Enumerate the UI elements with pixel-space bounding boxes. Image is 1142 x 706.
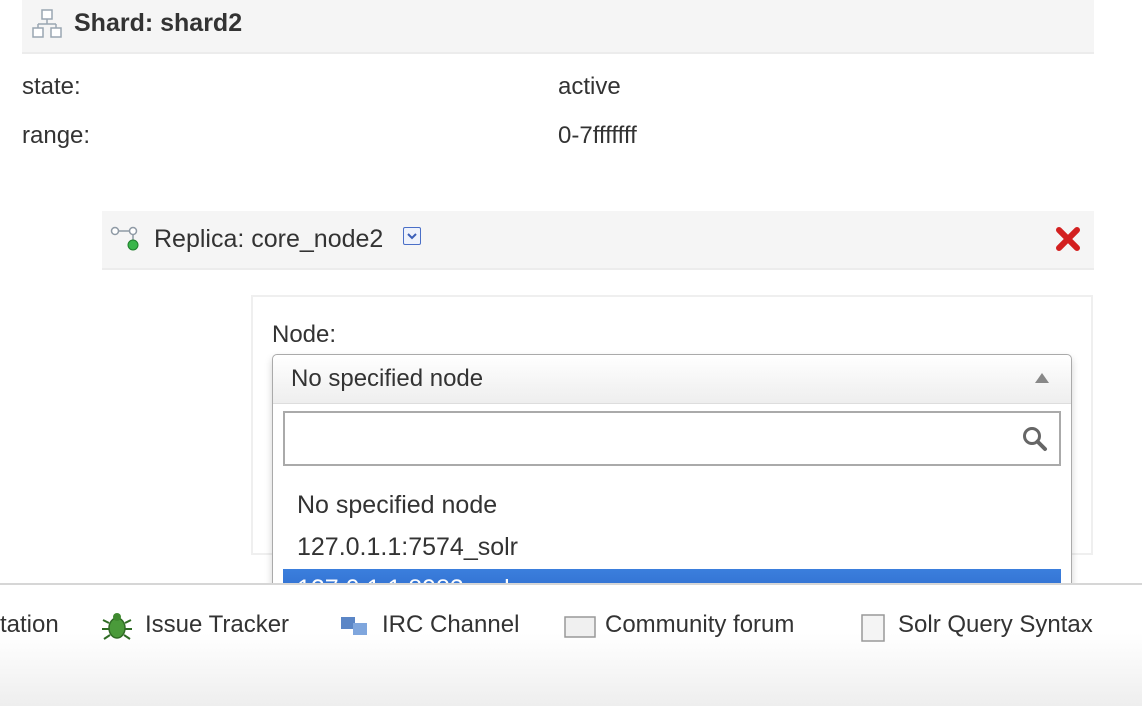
range-value: 0-7fffffff [558, 122, 637, 149]
caret-up-icon [1035, 373, 1049, 383]
query-syntax-icon [861, 614, 885, 642]
footer-bar: tation Issue Tracker IRC Channel Communi… [0, 583, 1142, 706]
node-search-input[interactable] [285, 413, 1017, 466]
shard-title: Shard: shard2 [74, 9, 243, 37]
forum-icon [564, 616, 596, 638]
node-option[interactable]: No specified node [283, 485, 1061, 525]
footer-link-irc-channel[interactable]: IRC Channel [382, 611, 519, 639]
node-option[interactable]: 127.0.1.1:7574_solr [283, 527, 1061, 567]
node-select-value: No specified node [291, 365, 484, 392]
replica-toggle-button[interactable] [403, 227, 421, 245]
shard-header: Shard: shard2 [22, 0, 1094, 54]
node-search-box[interactable] [283, 411, 1061, 466]
footer-link-issue-tracker[interactable]: Issue Tracker [145, 611, 289, 639]
node-label: Node: [272, 321, 337, 348]
footer-link-solr-query-syntax[interactable]: Solr Query Syntax [898, 611, 1093, 639]
footer-link-community-forum[interactable]: Community forum [605, 611, 794, 639]
state-value: active [558, 73, 621, 100]
replica-title: Replica: core_node2 [154, 225, 384, 253]
replica-header: Replica: core_node2 [102, 211, 1094, 270]
delete-icon[interactable] [1054, 225, 1082, 253]
bug-icon [102, 613, 132, 640]
chevron-down-icon [407, 233, 417, 240]
shard-icon [32, 9, 62, 38]
range-label: range: [22, 122, 91, 149]
node-select-toggle[interactable]: No specified node [273, 355, 1071, 404]
irc-chat-icon [341, 617, 367, 635]
replica-node-icon [110, 226, 139, 251]
footer-link-documentation[interactable]: tation [0, 611, 59, 639]
search-icon [1023, 427, 1047, 451]
state-label: state: [22, 73, 81, 100]
